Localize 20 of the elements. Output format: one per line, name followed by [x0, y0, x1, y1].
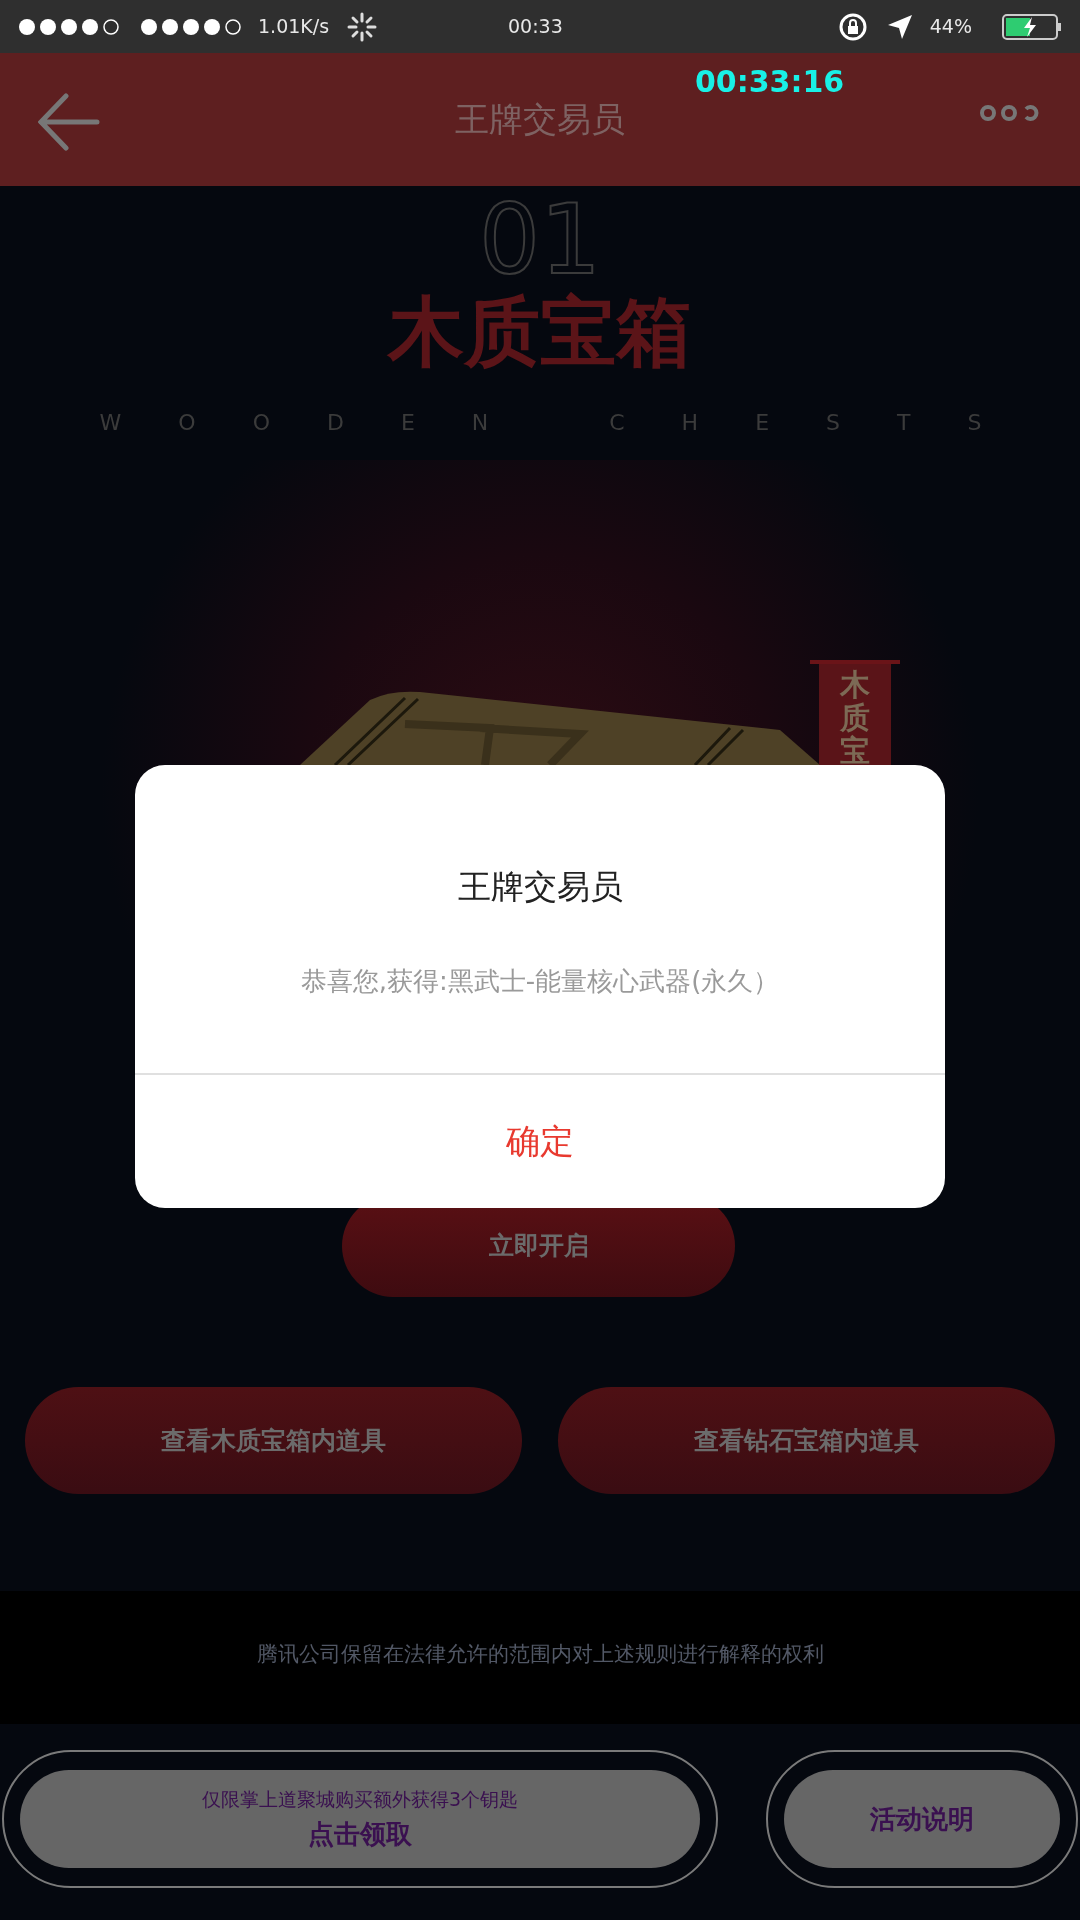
banner-text: 木质宝 [840, 668, 870, 770]
battery-percent: 44% [929, 14, 972, 40]
back-arrow-icon[interactable] [38, 93, 100, 151]
rules-button[interactable]: 活动说明 [784, 1770, 1060, 1868]
recording-timer: 00:33:16 [695, 63, 845, 101]
dialog-message: 恭喜您,获得:黑武士-能量核心武器(永久） [300, 964, 780, 998]
chest-title: 木质宝箱 [388, 294, 692, 370]
network-speed: 1.01K/s [258, 14, 330, 40]
page-title: 王牌交易员 [455, 98, 625, 141]
claim-button[interactable]: 仅限掌上道聚城购买额外获得3个钥匙 点击领取 [20, 1770, 700, 1868]
view-items-button[interactable]: 查看木质宝箱内道具 [25, 1387, 522, 1494]
clock: 00:33 [508, 14, 563, 40]
dialog-title: 王牌交易员 [457, 866, 623, 908]
battery-charging-icon [1002, 13, 1062, 40]
signal-icon [140, 16, 244, 37]
more-icon[interactable] [980, 103, 1040, 123]
spinner-icon [347, 11, 378, 42]
footer-note: 腾讯公司保留在法律允许的范围内对上述规则进行解释的权利 [256, 1641, 824, 1668]
view-items-button[interactable]: 查看钻石宝箱内道具 [558, 1387, 1055, 1494]
signal-icon [18, 16, 122, 37]
